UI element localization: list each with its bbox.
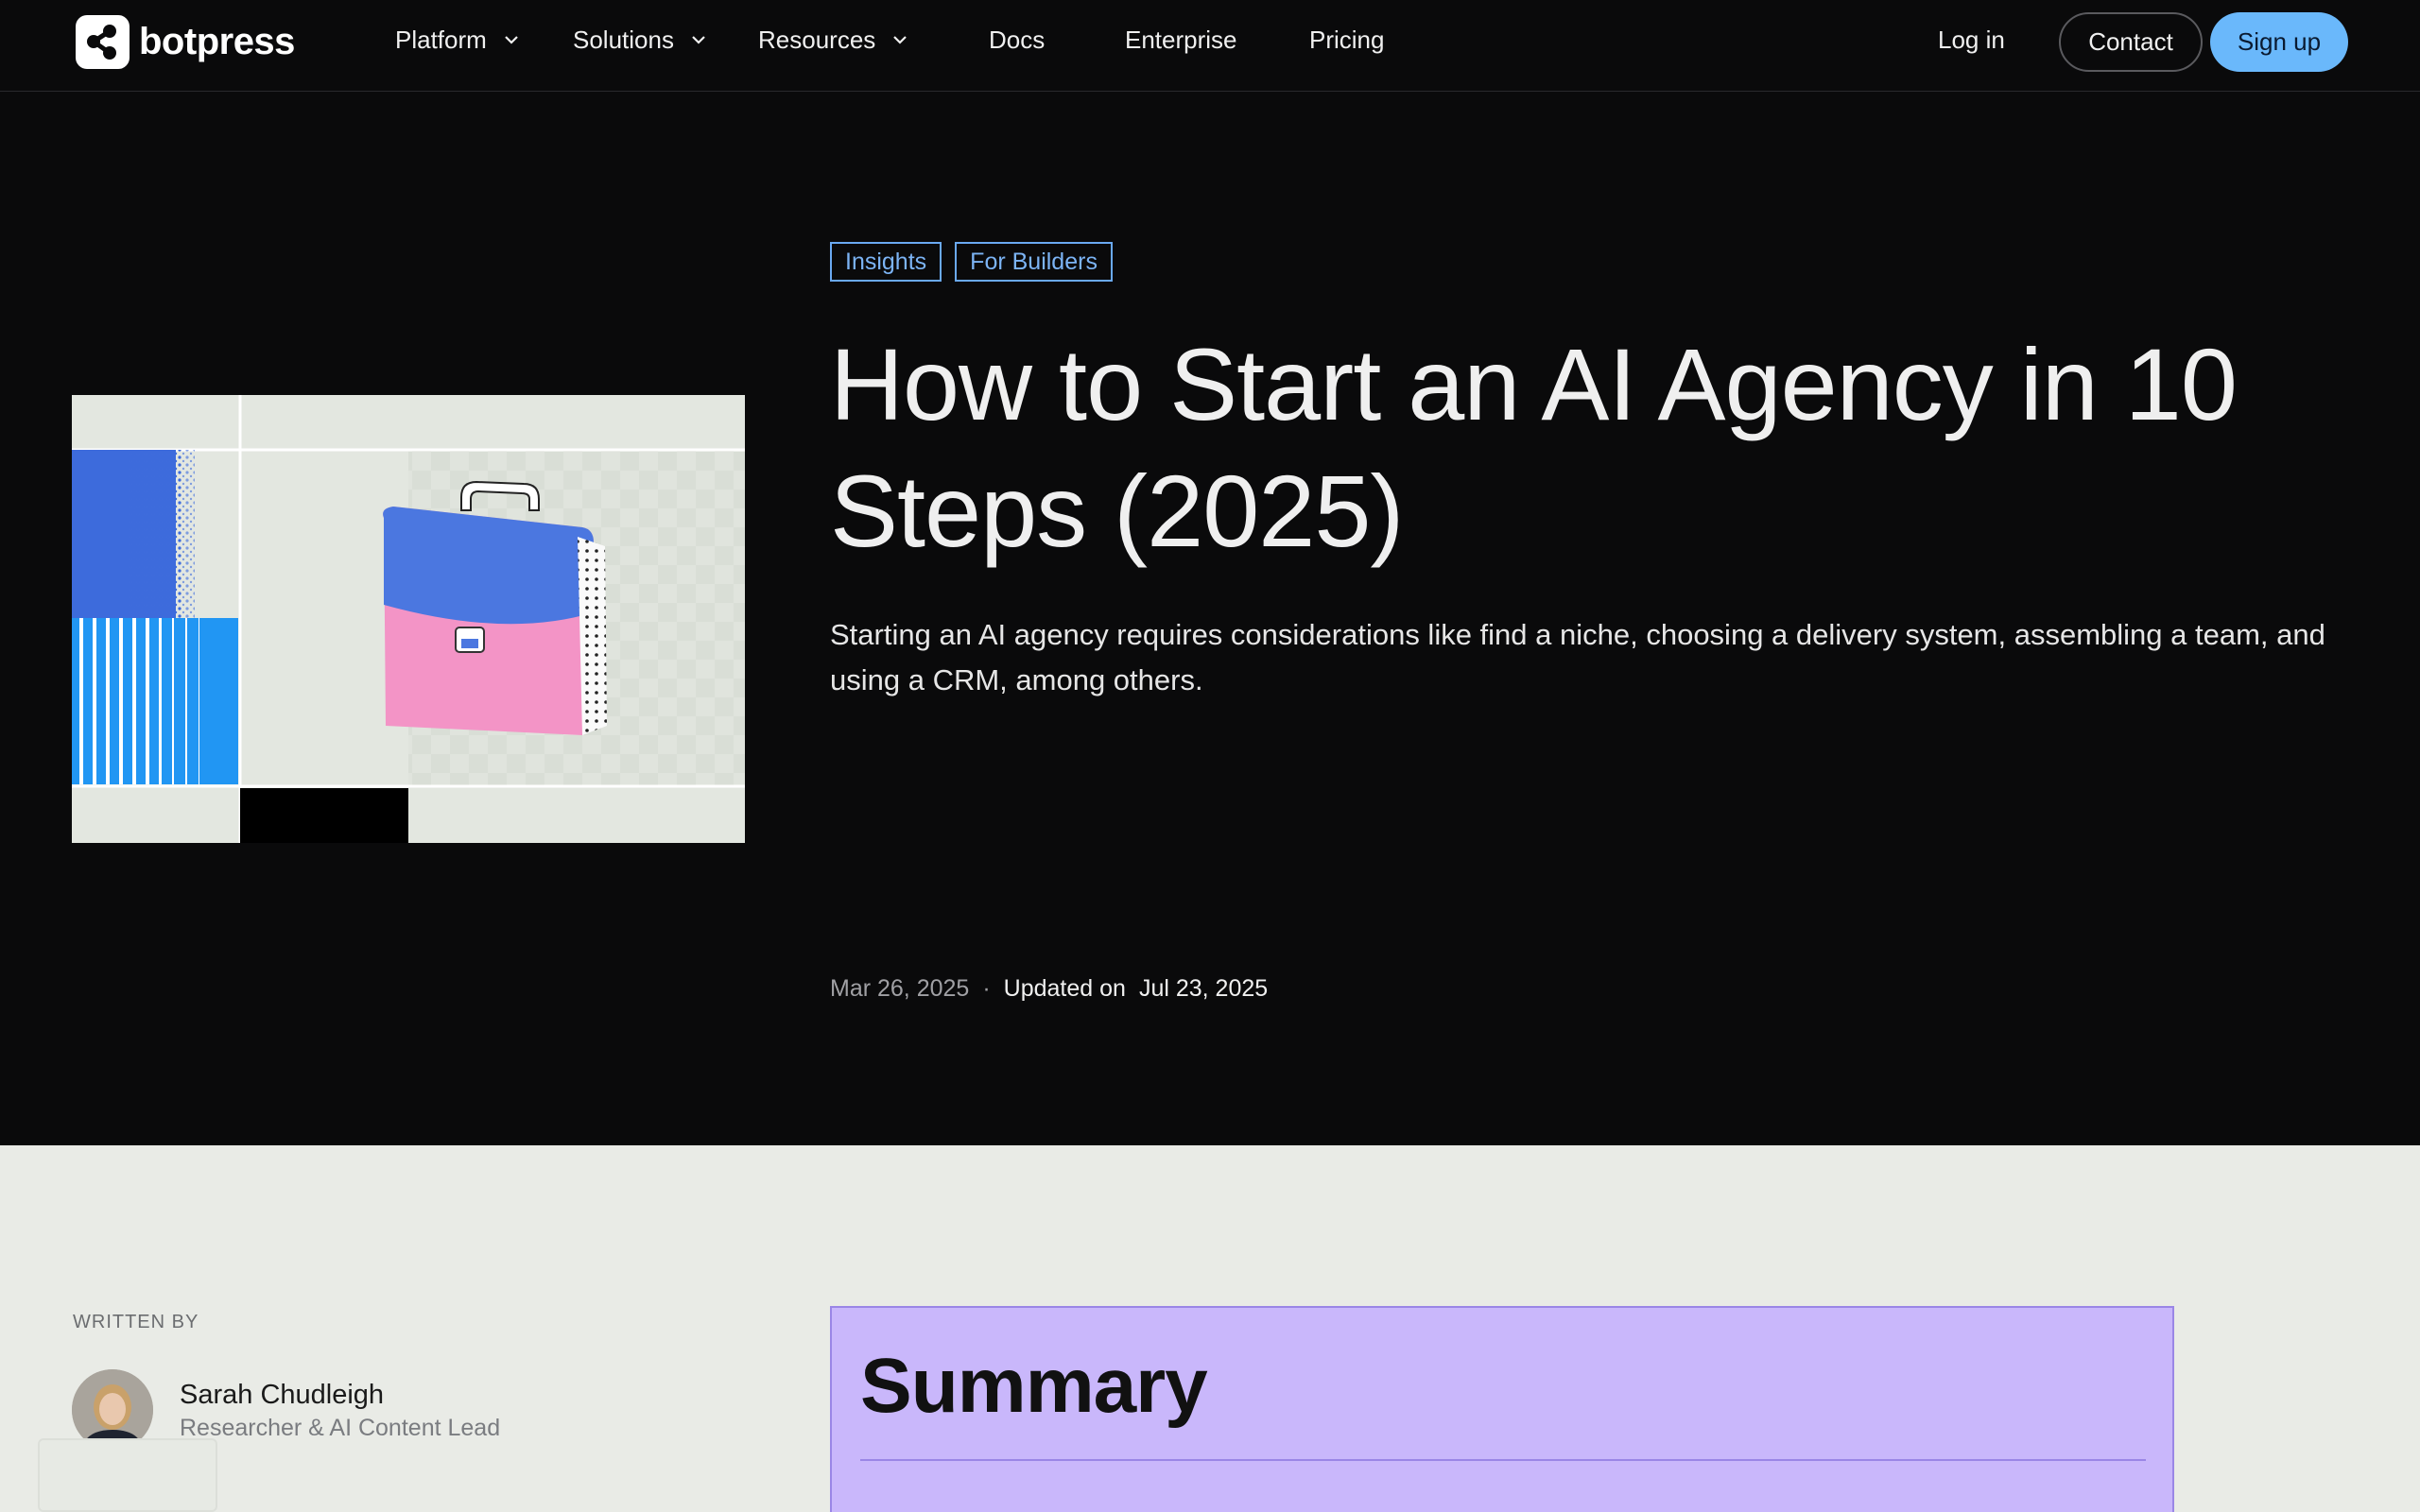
summary-divider bbox=[860, 1459, 2146, 1461]
author-role: Researcher & AI Content Lead bbox=[180, 1415, 501, 1441]
hero-illustration bbox=[72, 395, 745, 843]
date-separator: · bbox=[982, 975, 991, 1002]
brand-logo[interactable]: botpress bbox=[76, 15, 295, 69]
brand-name: botpress bbox=[139, 21, 295, 62]
nav-docs[interactable]: Docs bbox=[989, 21, 1045, 59]
top-navbar: botpress Platform Solutions Resources Do… bbox=[0, 0, 2420, 92]
article-subtitle: Starting an AI agency requires considera… bbox=[830, 618, 2325, 696]
published-date: Mar 26, 2025 bbox=[830, 975, 970, 1002]
updated-date: Jul 23, 2025 bbox=[1138, 975, 1269, 1002]
author-name[interactable]: Sarah Chudleigh bbox=[180, 1380, 384, 1411]
nav-pricing[interactable]: Pricing bbox=[1309, 21, 1384, 59]
signup-button[interactable]: Sign up bbox=[2210, 12, 2348, 72]
article-title: How to Start an AI Agency in 10 Steps (2… bbox=[830, 327, 2238, 568]
nav-pricing-label: Pricing bbox=[1309, 25, 1385, 54]
nav-docs-label: Docs bbox=[989, 25, 1046, 54]
tag-insights[interactable]: Insights bbox=[830, 242, 942, 282]
nav-enterprise-label: Enterprise bbox=[1125, 25, 1237, 54]
nav-enterprise[interactable]: Enterprise bbox=[1125, 21, 1237, 59]
nav-solutions-label: Solutions bbox=[573, 25, 674, 54]
chevron-down-icon bbox=[692, 36, 705, 44]
updated-label: Updated on bbox=[1003, 975, 1126, 1002]
written-by-label: WRITTEN BY bbox=[73, 1312, 199, 1332]
nav-resources-label: Resources bbox=[758, 25, 876, 54]
nav-platform-label: Platform bbox=[395, 25, 487, 54]
summary-box: Summary bbox=[830, 1306, 2174, 1512]
floating-widget[interactable] bbox=[38, 1438, 217, 1512]
article-tags: Insights For Builders bbox=[830, 242, 1113, 282]
nav-solutions[interactable]: Solutions bbox=[573, 21, 708, 59]
summary-title: Summary bbox=[860, 1343, 1208, 1429]
chevron-down-icon bbox=[893, 36, 908, 44]
nav-resources[interactable]: Resources bbox=[758, 21, 909, 59]
briefcase-illustration-icon bbox=[72, 395, 745, 843]
botpress-logo-icon bbox=[76, 15, 130, 69]
nav-platform[interactable]: Platform bbox=[395, 21, 521, 59]
contact-button[interactable]: Contact bbox=[2059, 12, 2203, 72]
login-link[interactable]: Log in bbox=[1938, 21, 2005, 59]
tag-for-builders[interactable]: For Builders bbox=[955, 242, 1113, 282]
chevron-down-icon bbox=[505, 36, 518, 44]
article-dates: Mar 26, 2025 · Updated on Jul 23, 2025 bbox=[830, 975, 1268, 1003]
